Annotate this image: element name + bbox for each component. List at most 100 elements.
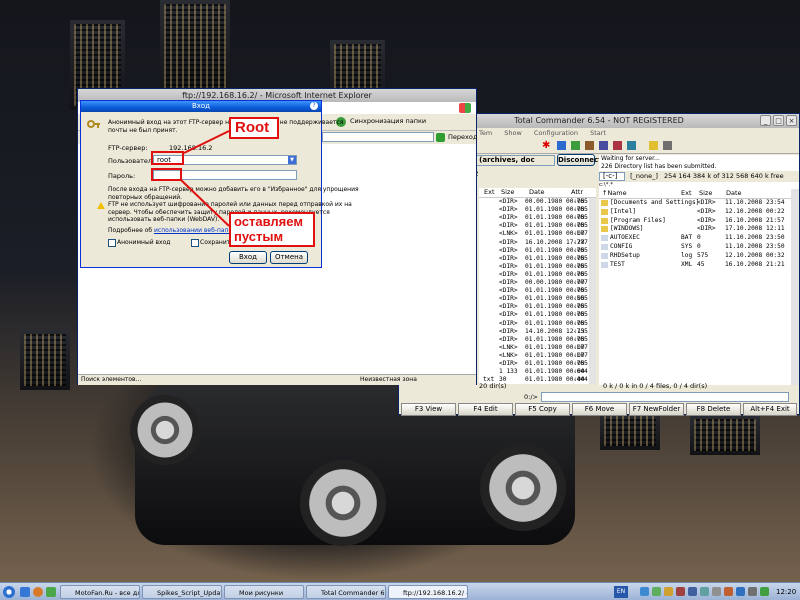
file-icon bbox=[601, 261, 608, 268]
tray-icon[interactable] bbox=[664, 587, 673, 596]
alt-f4-exit-button[interactable]: Alt+F4 Exit bbox=[743, 403, 797, 416]
tc-right-scrollbar[interactable] bbox=[791, 189, 799, 385]
tc-col-date[interactable]: Date bbox=[726, 189, 742, 197]
task-button[interactable]: Мои рисунки bbox=[224, 585, 304, 599]
tools-icon[interactable] bbox=[571, 141, 580, 150]
cancel-button[interactable]: Отмена bbox=[270, 251, 308, 264]
sync-folder-button[interactable]: Синхронизация папки bbox=[350, 117, 426, 125]
table-cell-date: 12.10.2008 00:22 bbox=[725, 207, 785, 215]
f6-move-button[interactable]: F6 Move bbox=[572, 403, 627, 416]
tc-col-ext[interactable]: Ext bbox=[681, 189, 692, 197]
table-row[interactable]: CONFIG SYS 0 11.10.2008 23:50 bbox=[599, 243, 791, 252]
task-button[interactable]: Total Commander 6.54 ... bbox=[306, 585, 386, 599]
start-button[interactable] bbox=[3, 586, 15, 598]
table-row[interactable]: [Program Files] <DIR> 16.10.2008 21:57 bbox=[599, 217, 791, 226]
f3-view-button[interactable]: F3 View bbox=[401, 403, 456, 416]
close-button[interactable]: × bbox=[786, 115, 797, 126]
tc-menu-item[interactable]: Configuration bbox=[534, 129, 578, 137]
table-row[interactable]: [Intel] <DIR> 12.10.2008 00:22 bbox=[599, 208, 791, 217]
tc-fkey-bar: F3 View F4 Edit F5 Copy F6 Move F7 NewFo… bbox=[401, 403, 797, 416]
table-cell-size: 45 bbox=[697, 260, 705, 268]
table-row[interactable]: [Documents and Settings] <DIR> 11.10.2008 … bbox=[599, 199, 791, 208]
help-button[interactable]: ? bbox=[310, 102, 318, 110]
volume-icon[interactable] bbox=[748, 587, 757, 596]
tc-log: Waiting for server... 226 Directory list… bbox=[599, 155, 799, 171]
server-label: FTP-сервер: bbox=[108, 144, 148, 152]
tray-icon[interactable] bbox=[640, 587, 649, 596]
tc-right-drive-select[interactable]: [-c-] bbox=[599, 172, 625, 181]
find-icon[interactable] bbox=[663, 141, 672, 150]
tc-cmd-input[interactable] bbox=[541, 392, 789, 402]
tc-right-filelist[interactable]: [Documents and Settings] <DIR> 11.10.2008 … bbox=[599, 199, 791, 385]
task-button[interactable]: Spikes_Script_Update bbox=[142, 585, 222, 599]
task-button-active[interactable]: ftp://192.168.16.2/ - Mi... bbox=[388, 585, 468, 599]
clock[interactable]: 12:20 bbox=[776, 586, 796, 598]
webdav-help-link[interactable]: использовании веб-папок bbox=[154, 227, 236, 234]
f4-edit-button[interactable]: F4 Edit bbox=[458, 403, 513, 416]
table-row[interactable]: [WINDOWS] <DIR> 17.10.2008 12:11 bbox=[599, 225, 791, 234]
minimize-button[interactable]: _ bbox=[760, 115, 771, 126]
key-icon bbox=[87, 119, 101, 133]
f8-delete-button[interactable]: F8 Delete bbox=[686, 403, 741, 416]
tray-icon[interactable] bbox=[736, 587, 745, 596]
wallpaper-wheel bbox=[300, 460, 386, 546]
save-password-checkbox[interactable] bbox=[191, 239, 199, 247]
tc-col-size[interactable]: Size bbox=[699, 189, 712, 197]
more-info: Подробнее об использовании веб-папок bbox=[108, 227, 236, 234]
table-row[interactable]: TEST XML 45 16.10.2008 21:21 bbox=[599, 261, 791, 270]
tc-left-scrollbar[interactable] bbox=[589, 198, 596, 384]
tray-icon[interactable] bbox=[712, 587, 721, 596]
quicklaunch-icon[interactable] bbox=[33, 587, 43, 597]
tc-left-filelist[interactable]: <DIR> 00.00.1980 00:00 -755 <DIR> 01.01.1980… bbox=[479, 198, 596, 384]
tc-menu-item[interactable]: Tem bbox=[479, 129, 492, 137]
tc-cmd-prompt: 0:/> bbox=[524, 393, 538, 401]
tray-icon[interactable] bbox=[676, 587, 685, 596]
tc-left-status-text: 20 dir(s) bbox=[479, 382, 507, 390]
table-cell-name: AUTOEXEC bbox=[610, 234, 640, 242]
login-button[interactable]: Вход bbox=[229, 251, 267, 264]
network-icon[interactable] bbox=[613, 141, 622, 150]
quicklaunch-icon[interactable] bbox=[20, 587, 30, 597]
chevron-down-icon[interactable]: ▼ bbox=[288, 156, 296, 164]
table-row[interactable]: AUTOEXEC BAT 0 11.10.2008 23:50 bbox=[599, 234, 791, 243]
task-button[interactable]: MotoFan.Ru - все для ... bbox=[60, 585, 140, 599]
tray-icon[interactable] bbox=[652, 587, 661, 596]
table-cell-ext: SYS bbox=[681, 243, 693, 250]
tc-col-size[interactable]: Size bbox=[501, 188, 514, 196]
tc-menu-item[interactable]: Show bbox=[504, 129, 522, 137]
tc-menu-item[interactable]: Start bbox=[590, 129, 606, 137]
f7-newfolder-button[interactable]: F7 NewFolder bbox=[629, 403, 684, 416]
network-icon[interactable] bbox=[760, 587, 769, 596]
tray-icon[interactable] bbox=[688, 587, 697, 596]
annotation-root-text: Root bbox=[235, 119, 270, 136]
maximize-button[interactable]: □ bbox=[773, 115, 784, 126]
tc-col-ext[interactable]: Ext bbox=[484, 188, 495, 196]
task-label: ftp://192.168.16.2/ - Mi... bbox=[403, 589, 467, 597]
tc-col-date[interactable]: Date bbox=[529, 188, 545, 196]
table-row[interactable]: RHDSetup log 575 12.10.2008 00:32 bbox=[599, 252, 791, 261]
disconnect-button[interactable]: Disconnect bbox=[557, 154, 602, 166]
go-arrow-icon[interactable] bbox=[436, 133, 445, 142]
tc-col-name[interactable]: ↑Name bbox=[602, 189, 627, 197]
tc-left-status: 20 dir(s) bbox=[477, 382, 599, 391]
folder-icon bbox=[601, 217, 608, 224]
folder-icon bbox=[601, 200, 608, 206]
user-icon[interactable] bbox=[627, 141, 636, 150]
box-icon[interactable] bbox=[585, 141, 594, 150]
tray-icon[interactable] bbox=[700, 587, 709, 596]
f5-copy-button[interactable]: F5 Copy bbox=[515, 403, 570, 416]
tc-right-free: 254 164 384 k of 312 568 640 k free bbox=[663, 172, 784, 180]
quicklaunch-icon[interactable] bbox=[46, 587, 56, 597]
anonymous-checkbox[interactable] bbox=[108, 239, 116, 247]
flag-icon[interactable] bbox=[557, 141, 566, 150]
favorites-note-line: повторных обращений. bbox=[108, 193, 183, 201]
table-cell-date: 16.10.2008 21:57 bbox=[725, 216, 785, 224]
go-button[interactable]: Переход bbox=[448, 133, 477, 141]
notepad-icon[interactable] bbox=[649, 141, 658, 150]
disk-icon[interactable] bbox=[599, 141, 608, 150]
tray-icon[interactable] bbox=[724, 587, 733, 596]
table-cell-size: <DIR> bbox=[697, 216, 716, 224]
star-icon[interactable]: ✱ bbox=[542, 140, 550, 151]
language-indicator[interactable]: EN bbox=[614, 586, 628, 598]
tc-col-attr[interactable]: Attr bbox=[571, 188, 583, 196]
